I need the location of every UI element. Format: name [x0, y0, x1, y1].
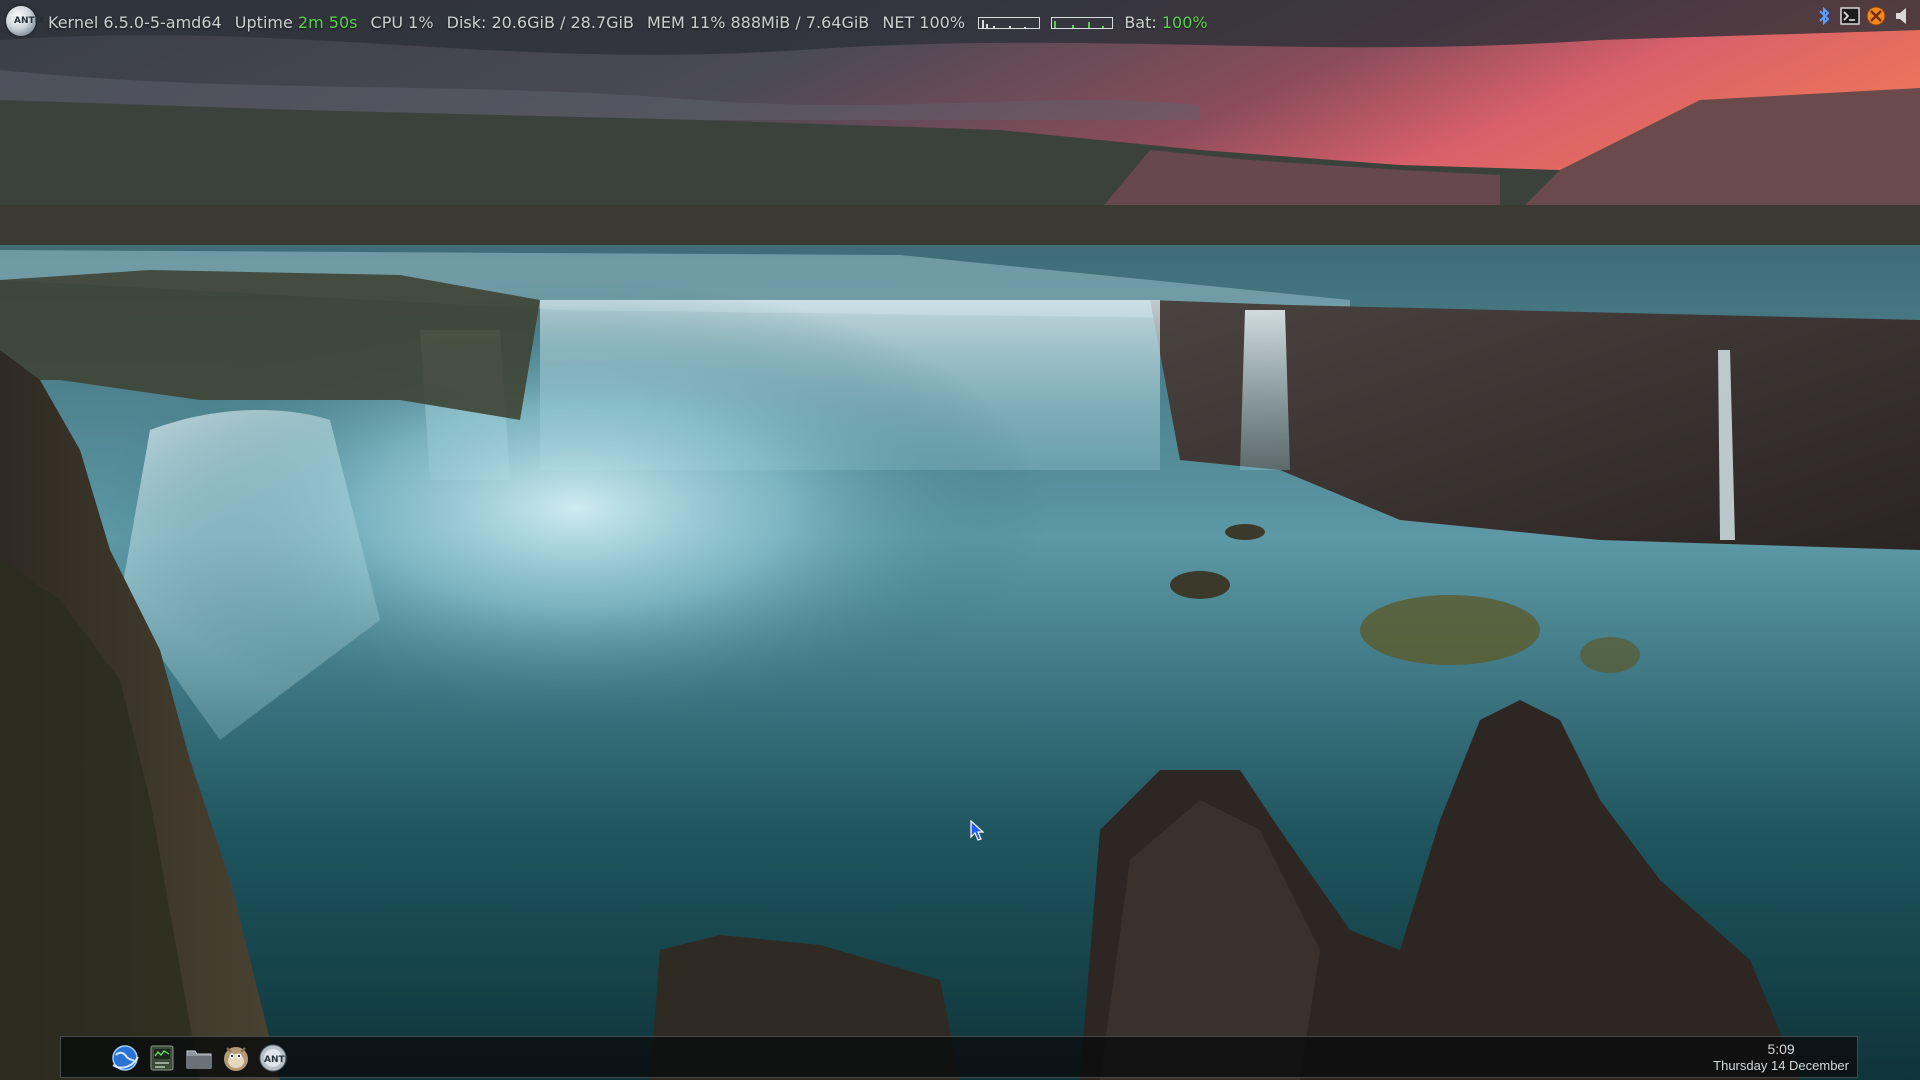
top-status-bar: ANTIX Kernel 6.5.0-5-amd64 Uptime 2m 50s… [0, 0, 1920, 44]
network-download-graph [978, 17, 1041, 29]
volume-icon[interactable] [1892, 6, 1912, 26]
system-tray [1814, 5, 1912, 27]
network-icon[interactable] [1866, 6, 1886, 26]
antix-menu-icon[interactable]: ANTIX [6, 6, 45, 36]
uptime-label: Uptime [234, 13, 293, 32]
kernel-info: Kernel 6.5.0-5-amd64 [48, 13, 222, 32]
desktop-wallpaper [0, 0, 1920, 1080]
launcher-group: ANTIX [109, 1042, 288, 1073]
desktop[interactable]: ANTIX Kernel 6.5.0-5-amd64 Uptime 2m 50s… [0, 0, 1920, 1080]
file-manager-icon[interactable] [183, 1042, 214, 1073]
network-upload-graph [1051, 17, 1114, 29]
clock-date: Thursday 14 December [1713, 1058, 1849, 1073]
svg-text:ANTIX: ANTIX [264, 1055, 288, 1065]
clock-time: 5:09 [1767, 1041, 1795, 1057]
cpu-usage: CPU 1% [370, 13, 434, 32]
mouse-pointer-icon [970, 820, 984, 841]
battery-label: Bat: [1124, 13, 1157, 32]
clock[interactable]: 5:09 Thursday 14 December [1713, 1041, 1849, 1074]
system-monitor-icon[interactable] [146, 1042, 177, 1073]
battery-value: 100% [1161, 13, 1208, 32]
network-status: NET 100% [882, 13, 966, 32]
disk-usage: Disk: 20.6GiB / 28.7GiB [446, 13, 634, 32]
bluetooth-icon[interactable] [1814, 6, 1834, 26]
terminal-icon[interactable] [1840, 6, 1860, 26]
memory-usage: MEM 11% 888MiB / 7.64GiB [647, 13, 870, 32]
system-info-panel: Kernel 6.5.0-5-amd64 Uptime 2m 50s CPU 1… [48, 13, 1208, 32]
bottom-taskbar: ANTIX 5:09 Thursday 14 December [60, 1036, 1858, 1078]
antix-menu-icon[interactable]: ANTIX [257, 1042, 288, 1073]
uptime-value: 2m 50s [297, 13, 358, 32]
gimp-icon[interactable] [220, 1042, 251, 1073]
browser-icon[interactable] [109, 1042, 140, 1073]
